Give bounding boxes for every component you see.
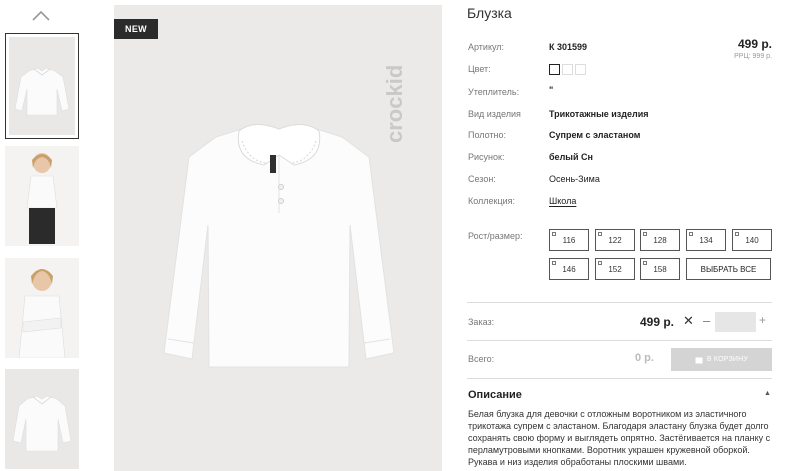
season-value: Осень-Зима <box>549 174 600 184</box>
color-swatch-3[interactable] <box>575 64 586 75</box>
pattern-value: белый Сн <box>549 152 593 162</box>
insulation-label: Утеплитель: <box>468 87 520 97</box>
pattern-label: Рисунок: <box>468 152 505 162</box>
type-label: Вид изделия <box>468 109 521 119</box>
description-text: Белая блузка для девочки с отложным воро… <box>468 409 771 467</box>
total-label: Всего: <box>468 354 495 364</box>
blouse-thumbnail-image <box>14 67 70 116</box>
order-label: Заказ: <box>468 317 495 327</box>
divider <box>467 302 772 303</box>
color-swatch-white-selected[interactable] <box>549 64 560 75</box>
collection-link[interactable]: Школа <box>549 196 576 206</box>
quantity-increase-button[interactable]: + <box>759 313 766 327</box>
size-option-146[interactable]: 146 <box>549 258 589 280</box>
divider <box>467 378 772 379</box>
description-title[interactable]: Описание <box>468 389 522 401</box>
thumbnail-4[interactable] <box>5 369 79 469</box>
collection-label: Коллекция: <box>468 196 516 206</box>
collapse-caret-icon[interactable]: ▲ <box>764 390 771 397</box>
girl-model-thumbnail-image <box>26 153 58 244</box>
season-label: Сезон: <box>468 174 496 184</box>
order-price: 499 р. <box>640 315 675 329</box>
size-option-152[interactable]: 152 <box>595 258 635 280</box>
blouse-illustration <box>163 124 395 368</box>
size-option-116[interactable]: 116 <box>549 229 589 251</box>
girl-model-arms-crossed-thumbnail-image <box>18 269 66 358</box>
fabric-label: Полотно: <box>468 130 507 140</box>
type-value: Трикотажные изделия <box>549 109 649 119</box>
product-title: Блузка <box>467 5 512 21</box>
size-option-158[interactable]: 158 <box>640 258 680 280</box>
color-label: Цвет: <box>468 64 491 74</box>
quantity-decrease-button[interactable]: – <box>703 313 710 328</box>
divider <box>467 340 772 341</box>
total-price: 0 р. <box>635 352 654 364</box>
size-label: Рост/размер: <box>468 231 523 241</box>
thumbnail-1[interactable] <box>5 33 79 139</box>
select-all-sizes-button[interactable]: ВЫБРАТЬ ВСЕ <box>686 258 771 280</box>
size-option-140[interactable]: 140 <box>732 229 772 251</box>
blouse-back-thumbnail-image <box>12 395 72 452</box>
size-option-134[interactable]: 134 <box>686 229 726 251</box>
add-to-cart-label: В КОРЗИНУ <box>706 356 749 363</box>
insulation-value: " <box>549 85 554 95</box>
add-to-cart-button[interactable]: В КОРЗИНУ <box>671 348 772 371</box>
color-swatches <box>549 64 586 75</box>
recommended-retail-price: РРЦ: 999 р. <box>734 53 772 60</box>
color-swatch-2[interactable] <box>562 64 573 75</box>
thumbnails-up-chevron-icon[interactable] <box>32 8 50 22</box>
size-option-122[interactable]: 122 <box>595 229 635 251</box>
cart-icon <box>695 357 703 363</box>
article-label: Артикул: <box>468 42 505 52</box>
new-badge: NEW <box>114 19 158 39</box>
fabric-value: Супрем с эластаном <box>549 130 641 140</box>
article-value: К 301599 <box>549 42 588 52</box>
main-product-image[interactable]: NEW crockid <box>114 5 442 471</box>
remove-order-icon[interactable]: ✕ <box>683 313 694 329</box>
product-price: 499 р. <box>737 37 772 51</box>
thumbnail-3[interactable] <box>5 258 79 358</box>
thumbnail-2[interactable] <box>5 146 79 246</box>
size-option-128[interactable]: 128 <box>640 229 680 251</box>
quantity-input[interactable] <box>715 312 756 332</box>
